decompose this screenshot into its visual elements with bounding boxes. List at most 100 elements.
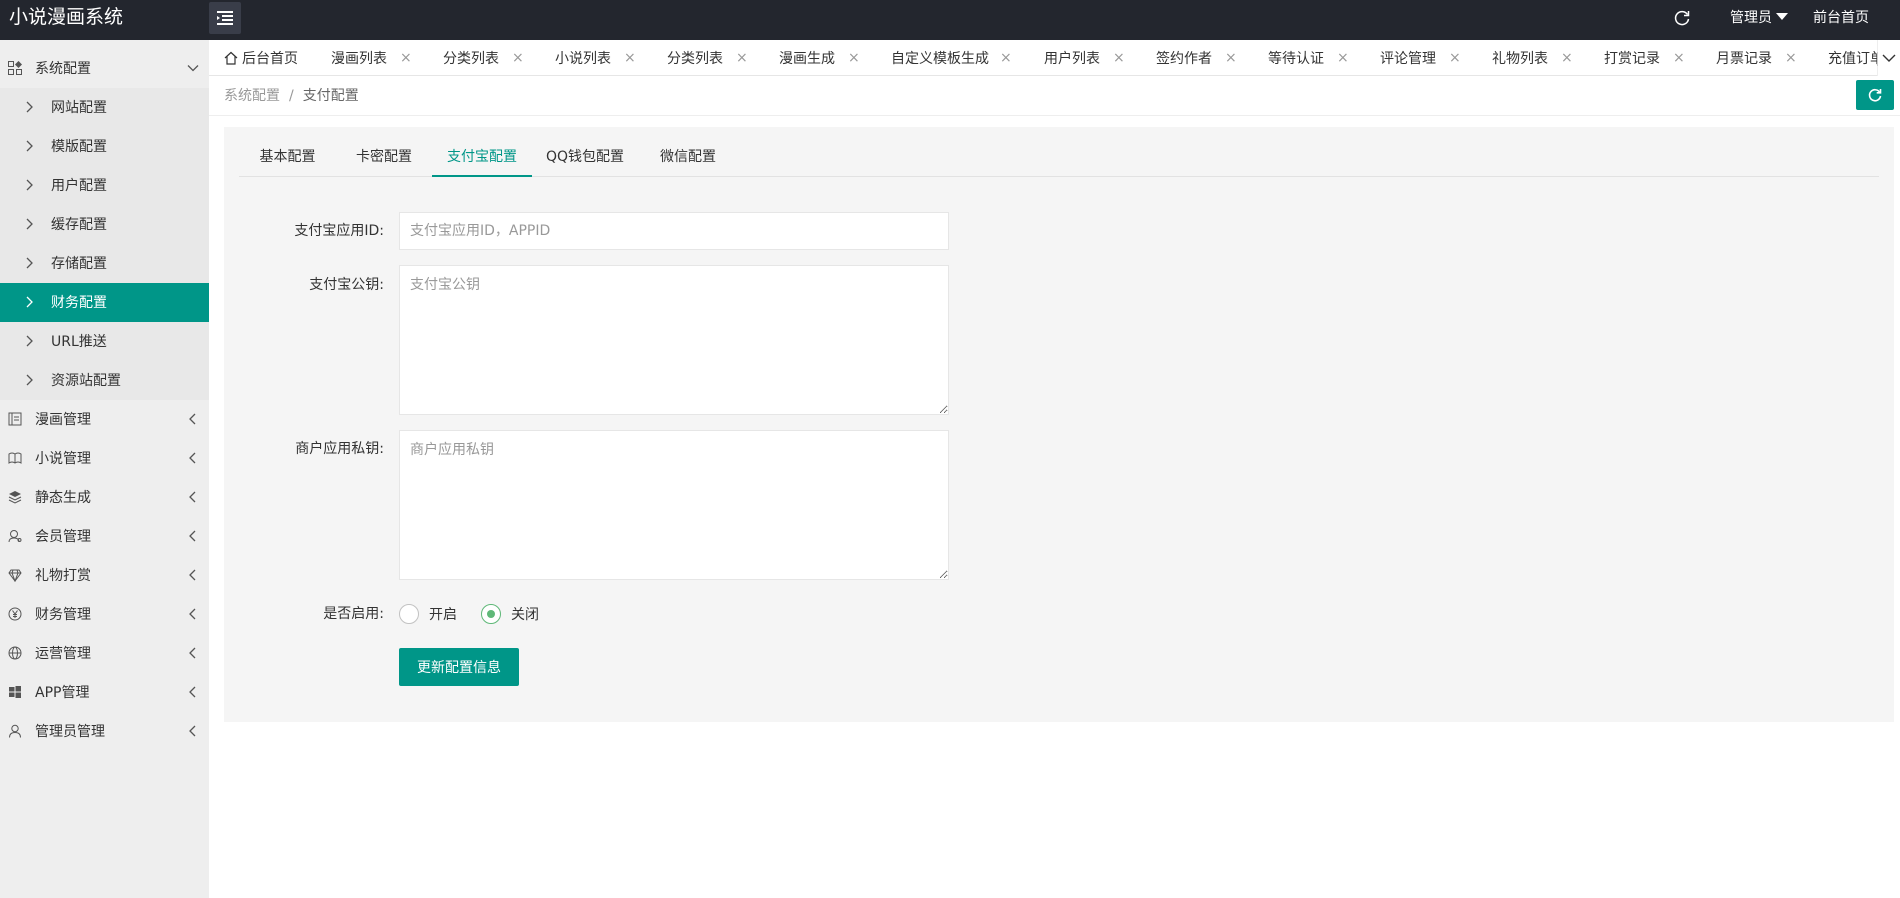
radio-enable-off[interactable]: 关闭	[481, 604, 539, 624]
sidebar-item-cache-config[interactable]: 缓存配置	[0, 205, 209, 244]
grid-icon	[8, 61, 22, 75]
breadcrumb-parent[interactable]: 系统配置	[224, 88, 280, 104]
caret-down-icon	[1776, 13, 1788, 20]
tab-label: 自定义模板生成	[891, 51, 989, 67]
update-config-button[interactable]: 更新配置信息	[399, 648, 519, 686]
windows-icon	[9, 686, 21, 698]
close-icon[interactable]: ×	[1000, 50, 1012, 66]
chevron-left-icon	[189, 413, 196, 425]
close-icon[interactable]: ×	[1337, 50, 1349, 66]
admin-label: 管理员	[1730, 10, 1772, 26]
refresh-icon	[1868, 88, 1882, 102]
globe-icon	[8, 646, 22, 660]
tab-label: 评论管理	[1380, 51, 1436, 67]
tab-basic-config[interactable]: 基本配置	[239, 137, 336, 177]
tab-more-button[interactable]	[1877, 40, 1900, 76]
sidebar-group-app[interactable]: APP管理	[0, 673, 209, 712]
public-key-textarea[interactable]	[399, 265, 949, 415]
sidebar-item-resource-config[interactable]: 资源站配置	[0, 361, 209, 400]
close-icon[interactable]: ×	[1449, 50, 1461, 66]
tab-user-list[interactable]: 用户列表 ×	[1044, 40, 1125, 75]
home-icon	[224, 51, 238, 65]
book-icon	[8, 452, 22, 464]
sidebar-group-label: 系统配置	[35, 60, 91, 77]
app-id-input[interactable]	[399, 212, 949, 250]
sidebar-group-label: 管理员管理	[35, 723, 105, 740]
radio-circle	[481, 604, 501, 624]
close-icon[interactable]: ×	[736, 50, 748, 66]
chevron-right-icon	[26, 296, 33, 308]
sidebar-item-template-config[interactable]: 模版配置	[0, 127, 209, 166]
tab-reward-record[interactable]: 打赏记录 ×	[1604, 40, 1685, 75]
chevron-left-icon	[189, 491, 196, 503]
page-tabbar: 后台首页 漫画列表 × 分类列表 × 小说列表 × 分类列表 × 漫画生成 × …	[209, 40, 1900, 76]
sidebar-group-system-config[interactable]: 系统配置	[0, 49, 209, 88]
sidebar-group-finance[interactable]: 财务管理	[0, 595, 209, 634]
tab-comic-generate[interactable]: 漫画生成 ×	[779, 40, 860, 75]
tab-category-list-2[interactable]: 分类列表 ×	[667, 40, 748, 75]
close-icon[interactable]: ×	[624, 50, 636, 66]
tab-signed-author[interactable]: 签约作者 ×	[1156, 40, 1237, 75]
tab-recharge-order[interactable]: 充值订单	[1828, 40, 1884, 75]
private-key-textarea[interactable]	[399, 430, 949, 580]
sidebar-item-storage-config[interactable]: 存储配置	[0, 244, 209, 283]
menu-toggle-button[interactable]	[209, 2, 241, 34]
header-refresh-icon[interactable]	[1672, 8, 1692, 28]
sidebar-item-url-push[interactable]: URL推送	[0, 322, 209, 361]
front-page-link[interactable]: 前台首页	[1813, 9, 1869, 27]
sidebar-group-gift[interactable]: 礼物打赏	[0, 556, 209, 595]
tab-dashboard[interactable]: 后台首页	[224, 40, 298, 75]
tab-qq-wallet-config[interactable]: QQ钱包配置	[532, 137, 638, 177]
public-key-label: 支付宝公钥:	[309, 277, 384, 293]
sidebar-group-comic[interactable]: 漫画管理	[0, 400, 209, 439]
radio-label: 关闭	[511, 607, 539, 623]
sidebar-group-admin[interactable]: 管理员管理	[0, 712, 209, 751]
tab-alipay-config[interactable]: 支付宝配置	[432, 137, 532, 177]
tab-wechat-config[interactable]: 微信配置	[638, 137, 738, 177]
sidebar-group-label: 小说管理	[35, 450, 91, 467]
sidebar-item-label: 存储配置	[51, 255, 107, 272]
sidebar-item-website-config[interactable]: 网站配置	[0, 88, 209, 127]
sidebar-item-user-config[interactable]: 用户配置	[0, 166, 209, 205]
chevron-down-icon	[187, 65, 199, 72]
tab-monthly-ticket[interactable]: 月票记录 ×	[1716, 40, 1797, 75]
sidebar-group-static[interactable]: 静态生成	[0, 478, 209, 517]
sidebar-group-operation[interactable]: 运营管理	[0, 634, 209, 673]
comic-icon	[8, 412, 22, 426]
radio-circle	[399, 604, 419, 624]
close-icon[interactable]: ×	[512, 50, 524, 66]
chevron-left-icon	[189, 452, 196, 464]
sidebar-item-label: 资源站配置	[51, 372, 121, 389]
yuan-icon	[8, 607, 22, 621]
sidebar-item-finance-config[interactable]: 财务配置	[0, 283, 209, 322]
sidebar-group-member[interactable]: 会员管理	[0, 517, 209, 556]
close-icon[interactable]: ×	[400, 50, 412, 66]
tab-pending-auth[interactable]: 等待认证 ×	[1268, 40, 1349, 75]
close-icon[interactable]: ×	[1113, 50, 1125, 66]
close-icon[interactable]: ×	[1225, 50, 1237, 66]
sidebar-item-label: 缓存配置	[51, 216, 107, 233]
sidebar-group-label: 礼物打赏	[35, 567, 91, 584]
tab-custom-template[interactable]: 自定义模板生成 ×	[891, 40, 1012, 75]
sidebar-group-label: APP管理	[35, 684, 90, 701]
breadcrumb: 系统配置 / 支付配置	[224, 87, 359, 105]
close-icon[interactable]: ×	[1561, 50, 1573, 66]
close-icon[interactable]: ×	[848, 50, 860, 66]
enabled-label: 是否启用:	[323, 606, 384, 622]
tab-card-config[interactable]: 卡密配置	[336, 137, 432, 177]
tab-category-list[interactable]: 分类列表 ×	[443, 40, 524, 75]
person-icon	[9, 724, 21, 738]
tab-comic-list[interactable]: 漫画列表 ×	[331, 40, 412, 75]
admin-dropdown[interactable]: 管理员	[1730, 9, 1788, 27]
breadcrumb-current: 支付配置	[302, 88, 359, 104]
close-icon[interactable]: ×	[1785, 50, 1797, 66]
tab-novel-list[interactable]: 小说列表 ×	[555, 40, 636, 75]
tab-comment-manage[interactable]: 评论管理 ×	[1380, 40, 1461, 75]
page-refresh-button[interactable]	[1856, 80, 1894, 110]
tab-label: 小说列表	[555, 51, 611, 67]
radio-enable-on[interactable]: 开启	[399, 604, 457, 624]
tab-gift-list[interactable]: 礼物列表 ×	[1492, 40, 1573, 75]
sidebar-group-novel[interactable]: 小说管理	[0, 439, 209, 478]
breadcrumb-separator: /	[289, 88, 294, 104]
close-icon[interactable]: ×	[1673, 50, 1685, 66]
